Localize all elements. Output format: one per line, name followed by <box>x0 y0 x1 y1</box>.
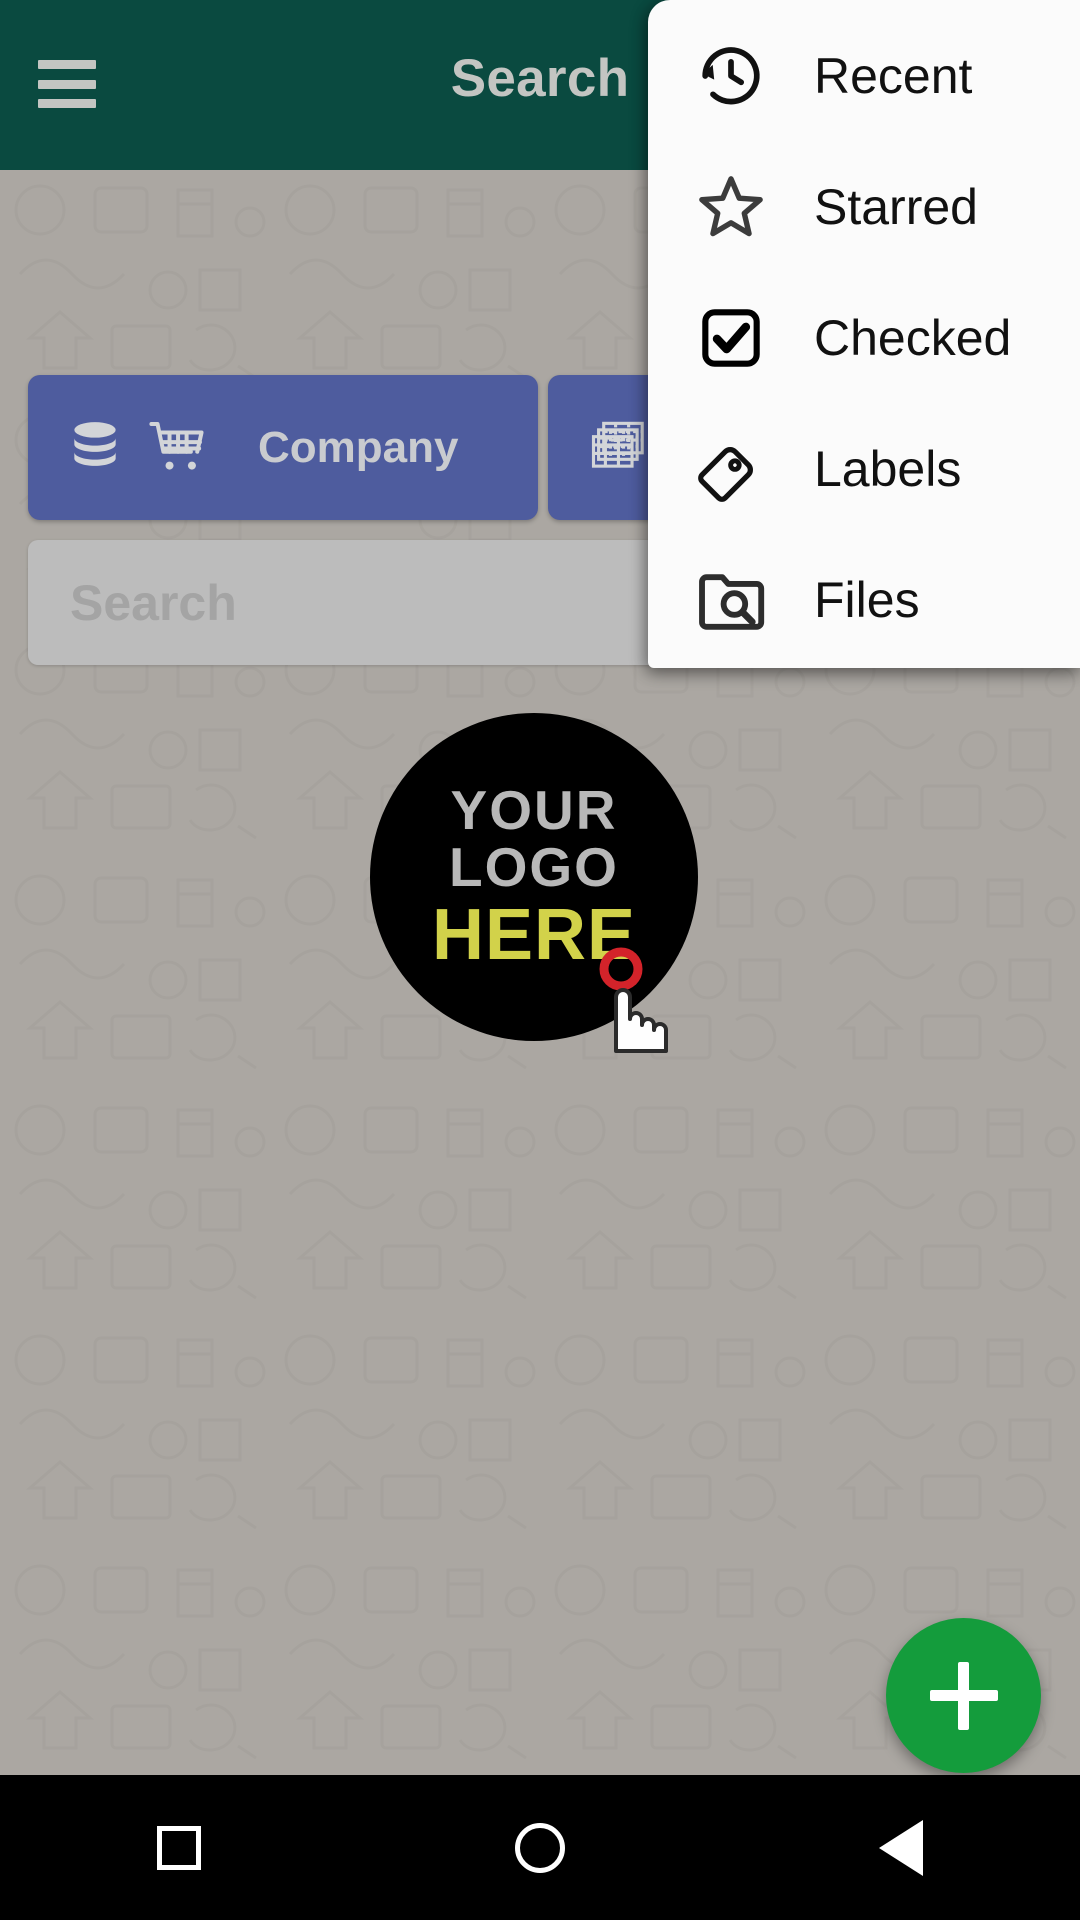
menu-item-checked[interactable]: Checked <box>648 272 1080 403</box>
triangle-back-icon[interactable] <box>879 1819 923 1876</box>
logo-line-2: LOGO <box>449 836 619 898</box>
overflow-popup-menu: Recent Starred Checked Labels Files <box>648 0 1080 668</box>
category-icons <box>582 414 656 482</box>
phone-screen: Search Company Search YOUR LOGO HERE Rec… <box>0 0 1080 1920</box>
add-fab-button[interactable] <box>886 1618 1041 1773</box>
category-icons <box>62 416 212 480</box>
menu-item-label: Recent <box>814 47 973 104</box>
tag-icon <box>692 430 770 508</box>
menu-item-recent[interactable]: Recent <box>648 10 1080 141</box>
plus-icon <box>929 1661 998 1730</box>
menu-item-labels[interactable]: Labels <box>648 403 1080 534</box>
star-outline-icon <box>692 168 770 246</box>
android-navigation-bar <box>0 1775 1080 1920</box>
history-icon <box>692 37 770 115</box>
menu-item-starred[interactable]: Starred <box>648 141 1080 272</box>
menu-item-label: Starred <box>814 178 978 235</box>
database-icon <box>74 421 116 466</box>
menu-item-label: Files <box>814 571 920 628</box>
spreadsheet-stack-icon <box>591 421 644 468</box>
shopping-cart-icon <box>149 421 204 470</box>
square-icon[interactable] <box>157 1825 201 1870</box>
category-label: Company <box>258 422 459 472</box>
logo-line-1: YOUR <box>450 779 618 841</box>
category-button-company[interactable]: Company <box>28 375 538 520</box>
hand-pointer-icon <box>599 947 668 1053</box>
menu-item-label: Checked <box>814 309 1012 366</box>
menu-item-label: Labels <box>814 440 962 497</box>
checkbox-checked-icon <box>692 299 770 377</box>
circle-icon[interactable] <box>515 1822 565 1873</box>
menu-item-files[interactable]: Files <box>648 534 1080 665</box>
folder-search-icon <box>692 561 770 639</box>
